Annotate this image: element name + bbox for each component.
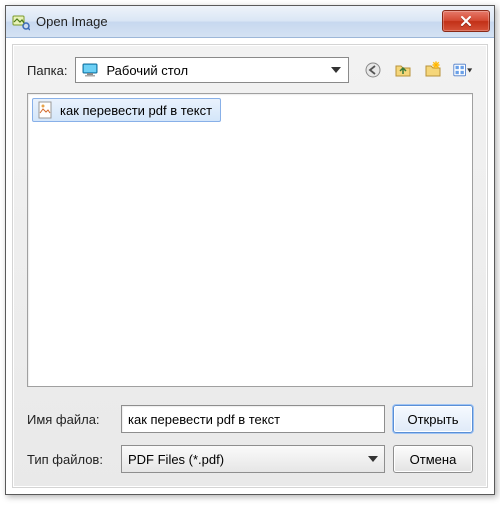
file-item-selected[interactable]: как перевести pdf в текст — [32, 98, 221, 122]
filetype-combo[interactable]: PDF Files (*.pdf) — [121, 445, 385, 473]
open-image-icon — [12, 13, 30, 31]
close-button[interactable] — [442, 10, 490, 32]
look-in-value: Рабочий стол — [106, 63, 325, 78]
new-folder-icon[interactable] — [423, 60, 443, 80]
file-list[interactable]: как перевести pdf в текст — [27, 93, 473, 387]
filetype-row: Тип файлов: PDF Files (*.pdf) Отмена — [27, 445, 473, 473]
chevron-down-icon — [331, 67, 341, 73]
cancel-button[interactable]: Отмена — [393, 445, 473, 473]
nav-toolbar — [363, 60, 473, 80]
titlebar[interactable]: Open Image — [6, 6, 494, 38]
filename-label: Имя файла: — [27, 412, 113, 427]
filename-input[interactable] — [121, 405, 385, 433]
bottom-panel: Имя файла: Открыть Тип файлов: PDF Files… — [27, 405, 473, 473]
monitor-icon — [80, 60, 100, 80]
filetype-label: Тип файлов: — [27, 452, 113, 467]
up-folder-icon[interactable] — [393, 60, 413, 80]
filetype-value: PDF Files (*.pdf) — [128, 452, 368, 467]
dialog-body: Папка: Рабочий стол — [12, 44, 488, 488]
look-in-row: Папка: Рабочий стол — [27, 57, 473, 83]
file-item-label: как перевести pdf в текст — [60, 103, 212, 118]
filename-row: Имя файла: Открыть — [27, 405, 473, 433]
look-in-combo[interactable]: Рабочий стол — [75, 57, 349, 83]
open-button[interactable]: Открыть — [393, 405, 473, 433]
open-file-dialog: Open Image Папка: Рабочий стол — [5, 5, 495, 495]
back-icon[interactable] — [363, 60, 383, 80]
folder-label: Папка: — [27, 63, 67, 78]
window-title: Open Image — [36, 14, 442, 29]
view-menu-icon[interactable] — [453, 60, 473, 80]
chevron-down-icon — [368, 456, 378, 462]
image-file-icon — [37, 101, 55, 119]
